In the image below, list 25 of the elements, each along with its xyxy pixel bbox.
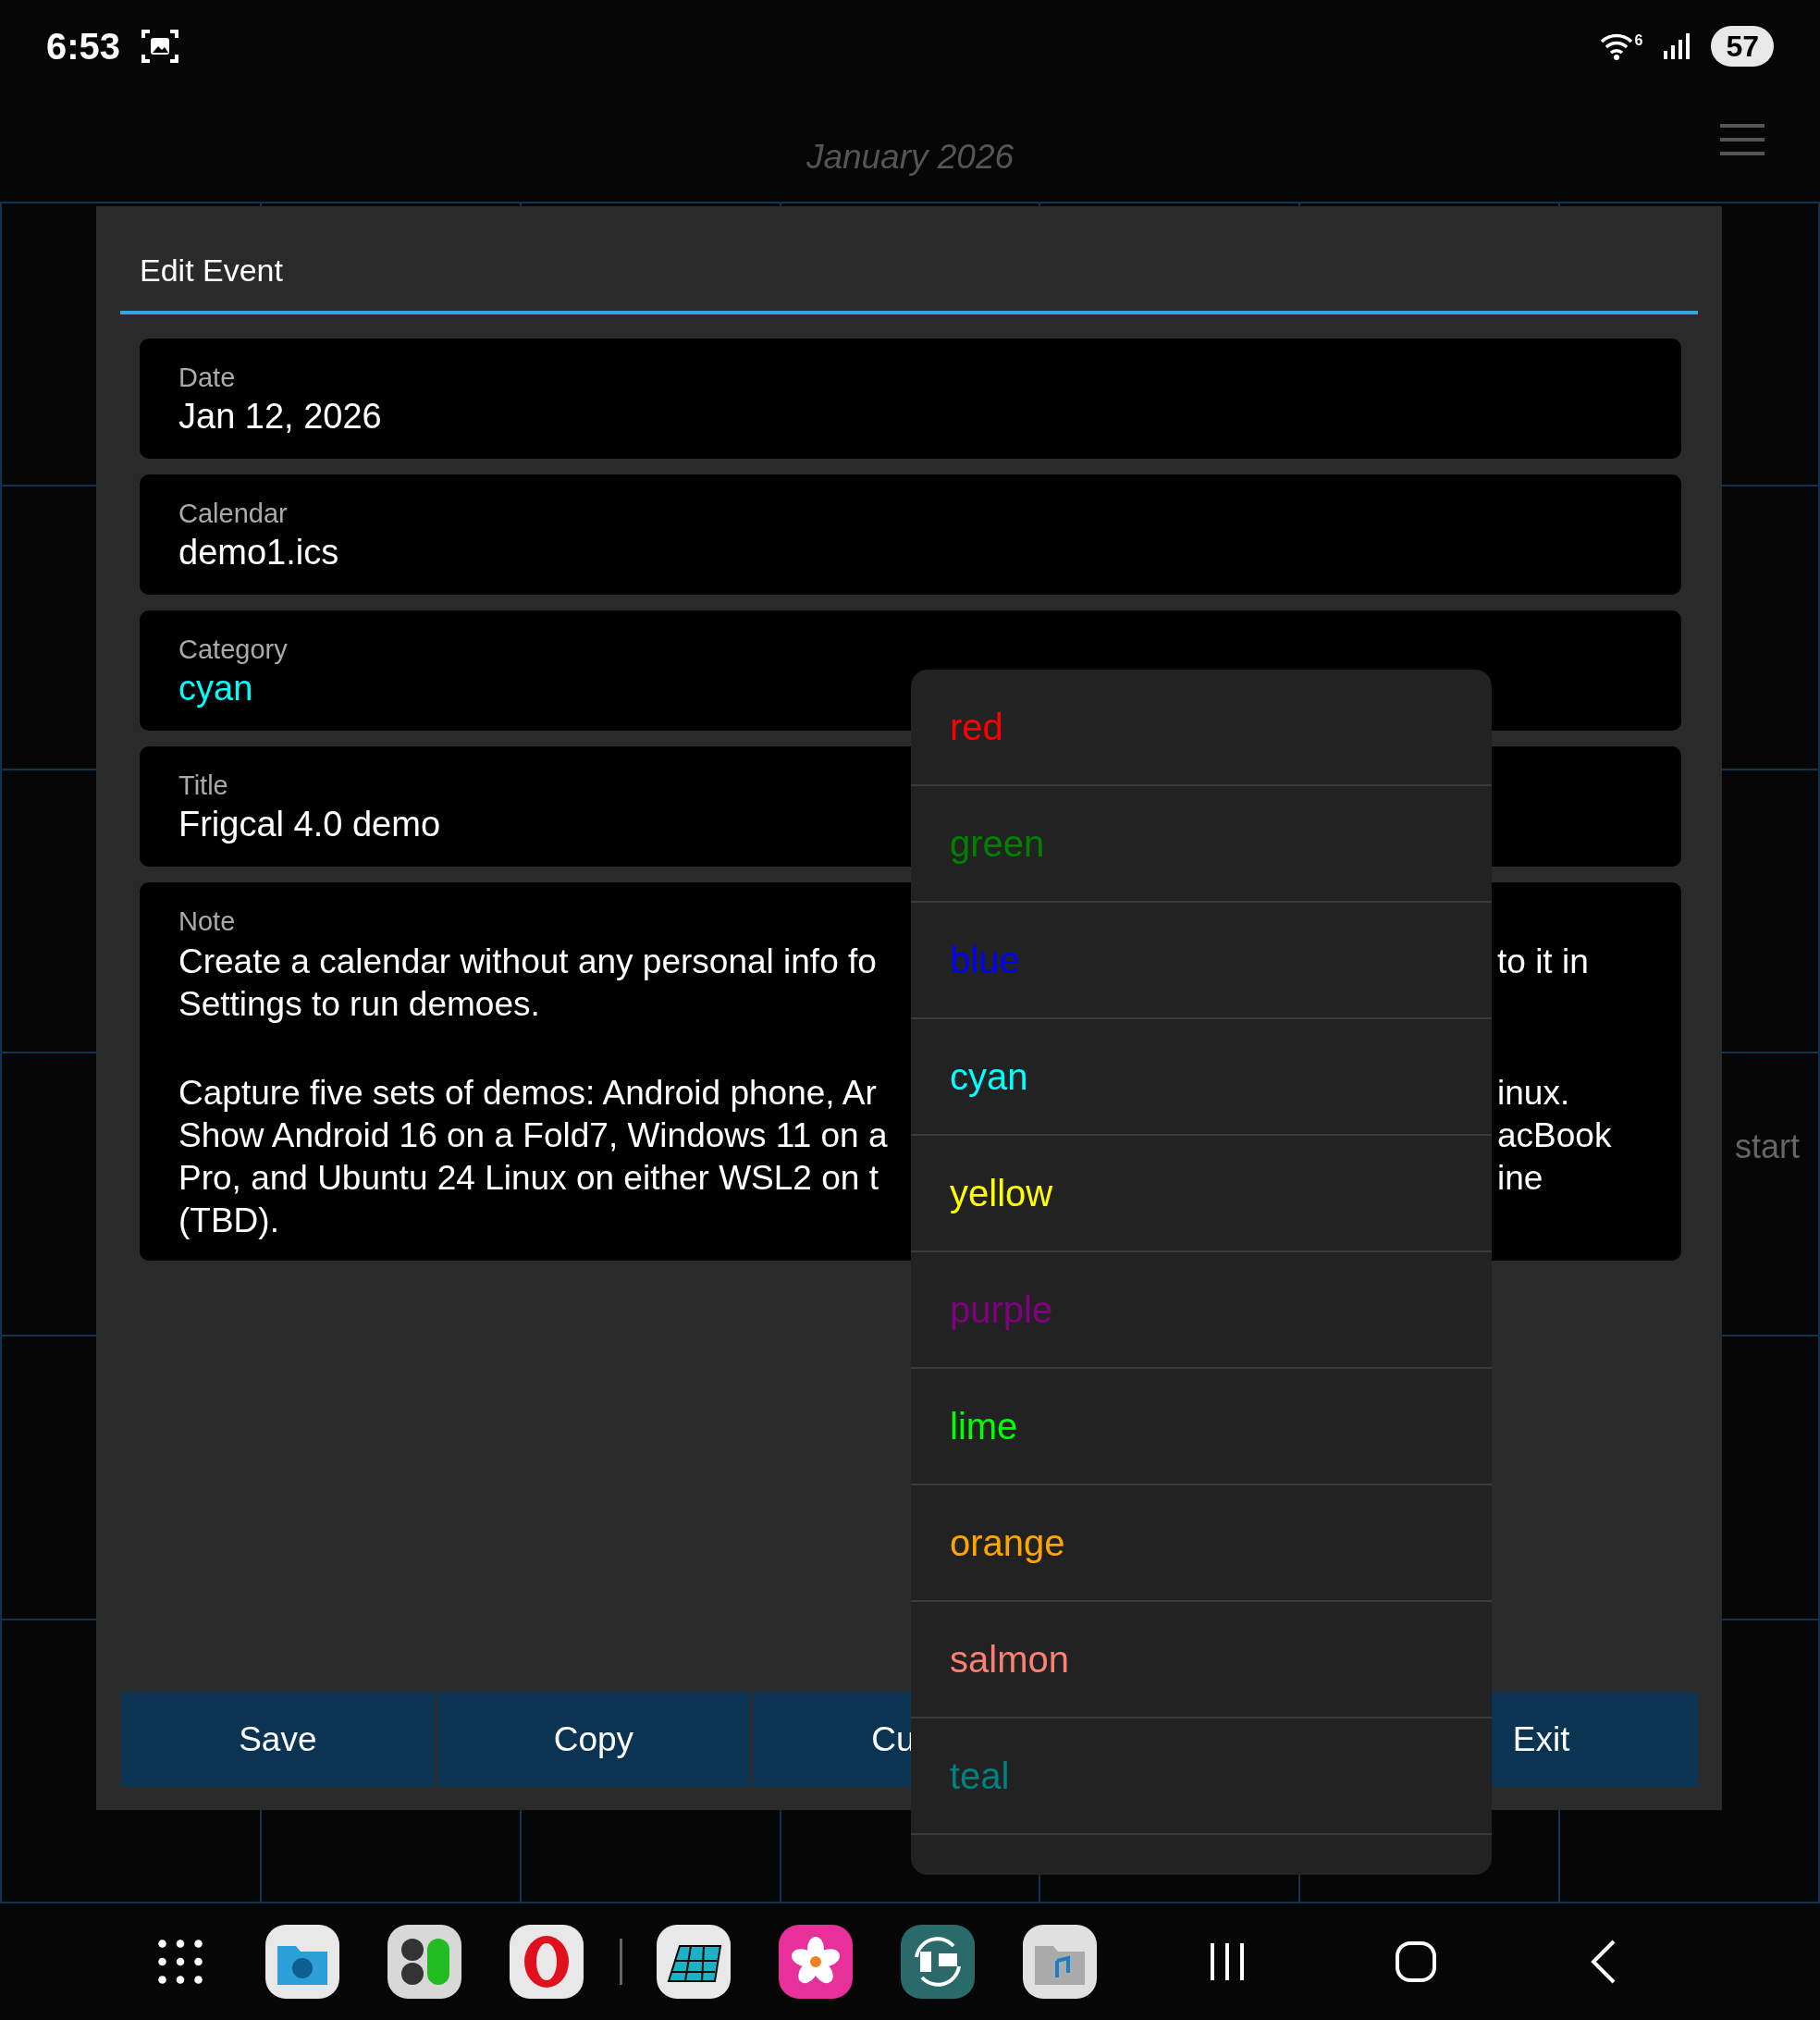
field-value: cyan [178, 669, 253, 708]
note-text: Settings to run demoes. [178, 984, 540, 1025]
field-label: Category [178, 634, 288, 665]
month-title: January 2026 [805, 138, 1015, 177]
clock-time: 6:53 [46, 25, 121, 68]
note-text: Pro, and Ubuntu 24 Linux on either WSL2 on t [178, 1158, 879, 1199]
note-text: ine [1497, 1158, 1543, 1199]
field-value: Frigcal 4.0 demo [178, 805, 440, 844]
note-text: Show Android 16 on a Fold7, Windows 11 on a [178, 1115, 888, 1156]
field-label: Note [178, 906, 236, 937]
note-text: Create a calendar without any personal info fo [178, 942, 877, 982]
note-text: inux. [1497, 1073, 1570, 1114]
wifi-label: 6 [1634, 32, 1643, 49]
field-label: Calendar [178, 499, 288, 529]
dialog-title: Edit Event [140, 252, 283, 289]
field-value: demo1.ics [178, 533, 339, 573]
note-text: (TBD). [178, 1201, 279, 1241]
note-text: to it in [1497, 942, 1589, 982]
field-label: Date [178, 363, 236, 393]
event-text: start [1735, 1127, 1800, 1166]
note-text: acBook [1497, 1115, 1612, 1156]
field-label: Title [178, 770, 228, 801]
battery-level: 57 [1711, 26, 1774, 67]
field-value: Jan 12, 2026 [178, 397, 382, 437]
note-text: Capture five sets of demos: Android phone, Ar [178, 1073, 877, 1114]
